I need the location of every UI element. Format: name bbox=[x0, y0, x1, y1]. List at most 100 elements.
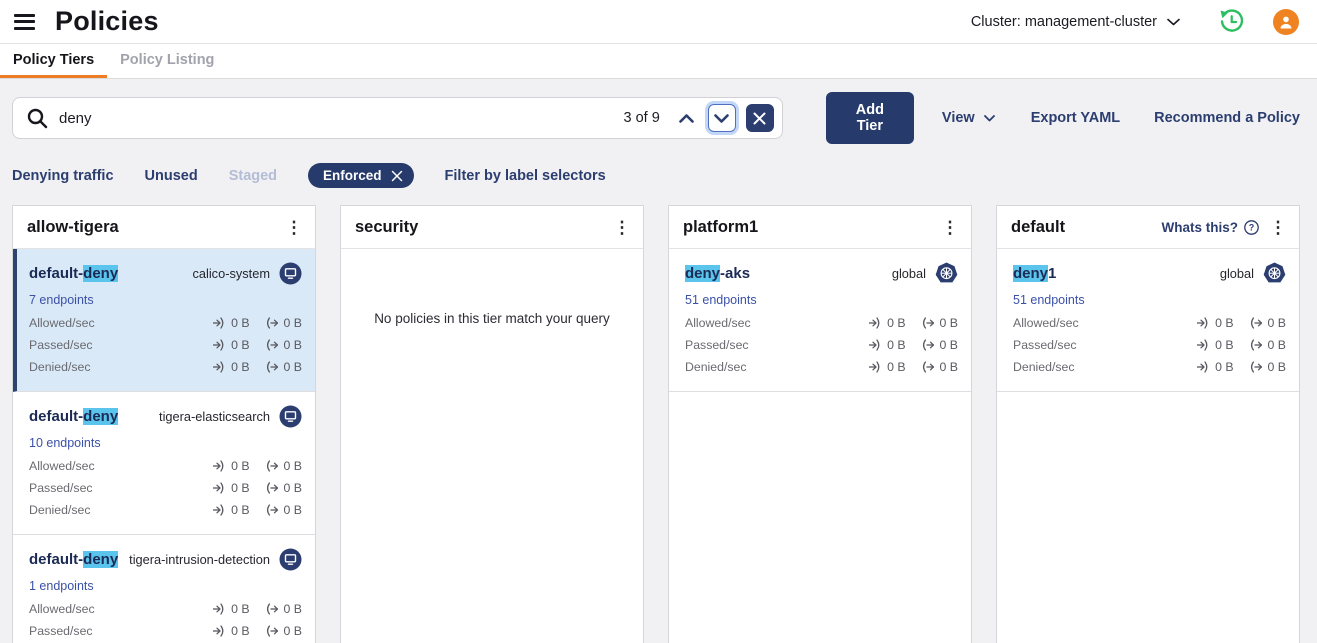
ingress-stat: 0 B bbox=[212, 459, 249, 473]
tier-header: allow-tigera⋮ bbox=[13, 206, 315, 249]
search-match-count: 3 of 9 bbox=[624, 110, 660, 126]
search-input[interactable] bbox=[59, 110, 624, 127]
filter-row: Denying traffic Unused Staged Enforced F… bbox=[12, 163, 1300, 188]
filter-chip-enforced[interactable]: Enforced bbox=[308, 163, 414, 188]
remove-filter-icon[interactable] bbox=[391, 170, 403, 182]
egress-icon bbox=[265, 504, 279, 516]
filter-denying-traffic[interactable]: Denying traffic bbox=[12, 168, 114, 184]
stat-values: 0 B0 B bbox=[212, 316, 302, 330]
egress-stat: 0 B bbox=[1249, 338, 1286, 352]
egress-value: 0 B bbox=[284, 503, 302, 517]
egress-icon bbox=[265, 317, 279, 329]
endpoints-link[interactable]: 51 endpoints bbox=[685, 293, 757, 307]
egress-value: 0 B bbox=[940, 360, 958, 374]
ingress-icon bbox=[1196, 317, 1210, 329]
egress-stat: 0 B bbox=[265, 316, 302, 330]
search-next-button[interactable] bbox=[708, 104, 736, 132]
hamburger-menu-icon[interactable] bbox=[14, 14, 35, 30]
policy-card[interactable]: default-denytigera-intrusion-detection1 … bbox=[13, 535, 315, 643]
export-yaml-button[interactable]: Export YAML bbox=[1031, 110, 1120, 126]
svg-text:?: ? bbox=[1249, 223, 1255, 233]
recommend-policy-button[interactable]: Recommend a Policy bbox=[1154, 110, 1300, 126]
stat-label: Passed/sec bbox=[685, 338, 868, 352]
ingress-stat: 0 B bbox=[212, 338, 249, 352]
policy-stat-row: Allowed/sec0 B0 B bbox=[29, 316, 302, 330]
policy-name-post: -aks bbox=[720, 265, 750, 282]
tab-policy-listing[interactable]: Policy Listing bbox=[107, 44, 227, 78]
endpoints-link[interactable]: 51 endpoints bbox=[1013, 293, 1085, 307]
egress-icon bbox=[1249, 339, 1263, 351]
ingress-value: 0 B bbox=[887, 338, 905, 352]
add-tier-button[interactable]: Add Tier bbox=[826, 92, 914, 144]
policy-name-highlight: deny bbox=[83, 265, 118, 282]
policy-card[interactable]: deny1global51 endpointsAllowed/sec0 B0 B… bbox=[997, 249, 1299, 392]
history-icon[interactable] bbox=[1218, 8, 1245, 35]
chevron-down-icon bbox=[1167, 18, 1180, 26]
policy-card[interactable]: default-denytigera-elasticsearch 10 endpo… bbox=[13, 392, 315, 535]
policy-stat-row: Passed/sec 0 B 0 B bbox=[685, 338, 958, 352]
policy-name-highlight: deny bbox=[1013, 265, 1048, 282]
ingress-icon bbox=[212, 504, 226, 516]
stat-values: 0 B0 B bbox=[212, 360, 302, 374]
tab-bar: Policy Tiers Policy Listing bbox=[0, 44, 1317, 79]
policy-title-row: deny-aksglobal bbox=[685, 262, 958, 285]
egress-icon bbox=[265, 625, 279, 637]
policy-card[interactable]: default-denycalico-system7 endpointsAllo… bbox=[13, 249, 315, 392]
stat-values: 0 B0 B bbox=[212, 481, 302, 495]
stat-label: Allowed/sec bbox=[29, 602, 212, 616]
namespace-icon bbox=[279, 262, 302, 285]
ingress-stat: 0 B bbox=[212, 602, 249, 616]
tier-name: allow-tigera bbox=[27, 218, 285, 237]
kebab-menu-icon[interactable]: ⋮ bbox=[613, 219, 631, 236]
egress-value: 0 B bbox=[1268, 338, 1286, 352]
policy-scope-label: calico-system bbox=[192, 266, 270, 281]
ingress-stat: 0 B bbox=[1196, 360, 1233, 374]
tab-policy-tiers[interactable]: Policy Tiers bbox=[0, 44, 107, 78]
kebab-menu-icon[interactable]: ⋮ bbox=[285, 219, 303, 236]
policy-scope-label: global bbox=[1220, 266, 1254, 281]
endpoints-link[interactable]: 10 endpoints bbox=[29, 436, 101, 450]
policy-stat-row: Allowed/sec0 B0 B bbox=[29, 602, 302, 616]
egress-stat: 0 B bbox=[1249, 360, 1286, 374]
endpoints-link[interactable]: 1 endpoints bbox=[29, 579, 94, 593]
stat-label: Allowed/sec bbox=[685, 316, 868, 330]
view-dropdown[interactable]: View bbox=[942, 110, 995, 126]
ingress-value: 0 B bbox=[231, 481, 249, 495]
endpoints-link[interactable]: 7 endpoints bbox=[29, 293, 94, 307]
policy-card[interactable]: deny-aksglobal 51 endpoints Allowed/sec 0 B… bbox=[669, 249, 971, 392]
egress-icon bbox=[921, 317, 935, 329]
egress-value: 0 B bbox=[284, 602, 302, 616]
search-clear-button[interactable] bbox=[746, 104, 774, 132]
egress-icon bbox=[265, 339, 279, 351]
tier-body: default-denycalico-system7 endpointsAllo… bbox=[13, 249, 315, 643]
policy-title-row: default-denycalico-system bbox=[29, 262, 302, 285]
policy-scope-label: tigera-elasticsearch bbox=[159, 409, 270, 424]
tier-body: deny1global51 endpointsAllowed/sec0 B0 B… bbox=[997, 249, 1299, 643]
kebab-menu-icon[interactable]: ⋮ bbox=[1269, 219, 1287, 236]
policy-name: deny-aks bbox=[685, 265, 892, 282]
whats-this-link[interactable]: Whats this?? bbox=[1162, 220, 1260, 235]
cluster-selector[interactable]: Cluster: management-cluster bbox=[971, 14, 1180, 30]
policy-stat-row: Denied/sec0 B0 B bbox=[29, 360, 302, 374]
search-prev-button[interactable] bbox=[674, 105, 700, 131]
tier-column-allow-tigera: allow-tigera⋮default-denycalico-system7 … bbox=[12, 205, 316, 643]
filter-by-label-selectors[interactable]: Filter by label selectors bbox=[445, 168, 606, 184]
page-title: Policies bbox=[55, 6, 159, 37]
egress-stat: 0 B bbox=[921, 316, 958, 330]
stat-label: Allowed/sec bbox=[29, 459, 212, 473]
egress-stat: 0 B bbox=[265, 338, 302, 352]
policy-stat-row: Allowed/sec0 B0 B bbox=[1013, 316, 1286, 330]
search-box: 3 of 9 bbox=[12, 97, 783, 139]
policy-stat-row: Passed/sec0 B0 B bbox=[29, 338, 302, 352]
whats-this-label: Whats this? bbox=[1162, 220, 1239, 235]
stat-values: 0 B0 B bbox=[1196, 338, 1286, 352]
content-area: 3 of 9 Add Tier View Export YAML Recomme… bbox=[0, 79, 1317, 643]
policy-title-row: default-denytigera-elasticsearch bbox=[29, 405, 302, 428]
user-avatar-icon[interactable] bbox=[1273, 9, 1299, 35]
ingress-stat: 0 B bbox=[212, 481, 249, 495]
kebab-menu-icon[interactable]: ⋮ bbox=[941, 219, 959, 236]
filter-unused[interactable]: Unused bbox=[145, 168, 198, 184]
egress-value: 0 B bbox=[940, 338, 958, 352]
tier-column-default: defaultWhats this??⋮deny1global51 endpoi… bbox=[996, 205, 1300, 643]
filter-staged[interactable]: Staged bbox=[229, 168, 277, 184]
